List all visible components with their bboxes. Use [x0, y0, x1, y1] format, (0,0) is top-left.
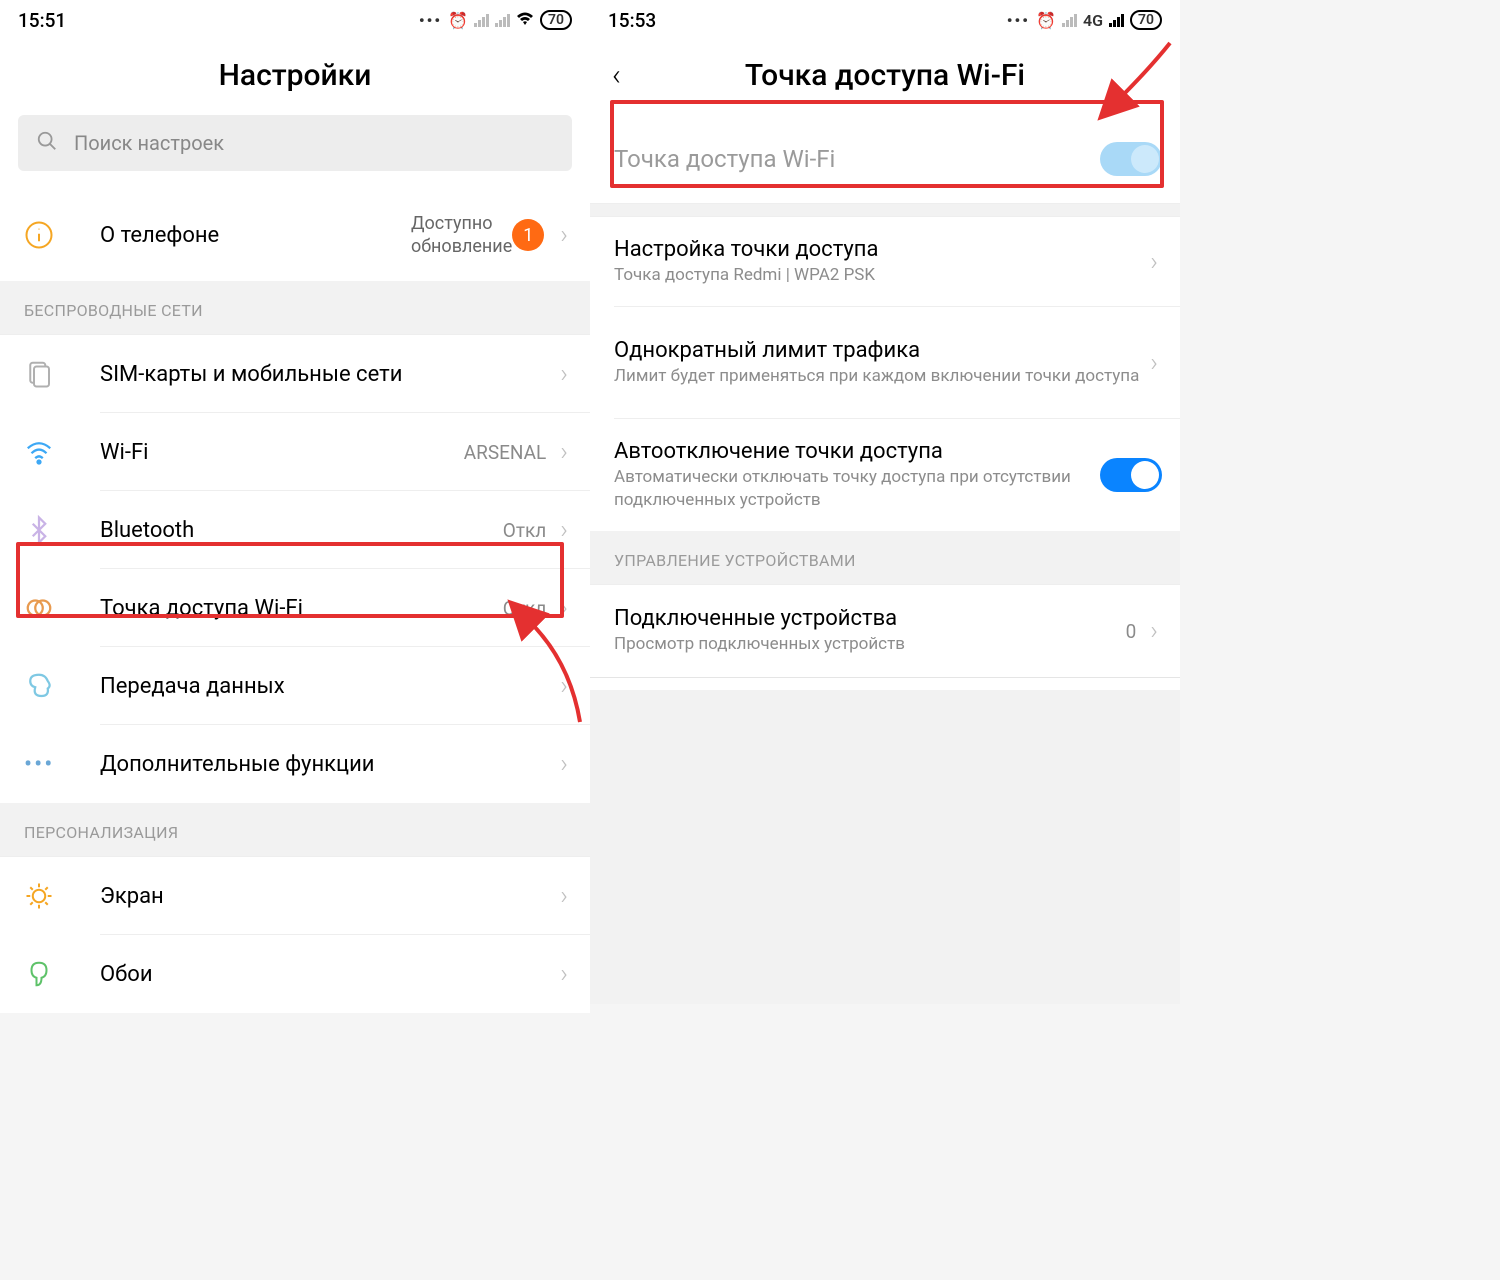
data-limit-row[interactable]: Однократный лимит трафика Лимит будет пр… — [590, 307, 1180, 419]
more-icon: ••• — [1007, 11, 1030, 30]
status-bar: 15:51 ••• ⏰ 70 — [0, 0, 590, 40]
bluetooth-title: Bluetooth — [100, 518, 503, 543]
data-title: Передача данных — [100, 674, 556, 699]
alarm-icon: ⏰ — [1036, 11, 1056, 30]
devices-count: 0 — [1126, 620, 1137, 643]
sim-title: SIM-карты и мобильные сети — [100, 362, 556, 387]
info-icon — [24, 220, 74, 250]
sim-row[interactable]: SIM-карты и мобильные сети › — [0, 335, 590, 413]
search-icon — [36, 130, 58, 157]
wifi-value: ARSENAL — [464, 441, 547, 464]
wifi-title: Wi-Fi — [100, 440, 464, 465]
more-icon: ••• — [24, 750, 74, 778]
section-personalization: ПЕРСОНАЛИЗАЦИЯ — [0, 803, 590, 857]
signal-icon — [1062, 13, 1077, 27]
settings-screen: 15:51 ••• ⏰ 70 Настройки Поиск настроек — [0, 0, 590, 1004]
chevron-right-icon: › — [1146, 247, 1162, 277]
devices-sub: Просмотр подключенных устройств — [614, 633, 1126, 656]
limit-title: Однократный лимит трафика — [614, 338, 1146, 363]
hotspot-value: Откл — [503, 597, 546, 620]
bluetooth-value: Откл — [503, 519, 546, 542]
wifi-row[interactable]: Wi-Fi ARSENAL › — [0, 413, 590, 491]
about-phone-row[interactable]: О телефоне Доступно обновление 1 › — [0, 189, 590, 281]
bluetooth-icon — [24, 515, 74, 545]
more-title: Дополнительные функции — [100, 752, 556, 777]
chevron-right-icon: › — [556, 959, 572, 989]
network-label: 4G — [1083, 11, 1103, 30]
update-badge: 1 — [512, 219, 544, 251]
wallpaper-title: Обои — [100, 962, 556, 987]
wifi-icon — [516, 11, 534, 30]
chevron-right-icon: › — [1146, 348, 1162, 378]
status-icons: ••• ⏰ 4G 70 — [1007, 10, 1162, 30]
battery-icon: 70 — [1130, 10, 1162, 30]
chevron-right-icon: › — [556, 593, 572, 623]
setup-title: Настройка точки доступа — [614, 237, 1146, 262]
hotspot-toggle-row[interactable]: Точка доступа Wi-Fi — [590, 115, 1180, 203]
setup-sub: Точка доступа Redmi | WPA2 PSK — [614, 264, 1146, 287]
hotspot-screen: 15:53 ••• ⏰ 4G 70 ‹ Точка доступа Wi-Fi … — [590, 0, 1180, 1004]
status-time: 15:51 — [18, 9, 66, 32]
page-title: Настройки — [0, 40, 590, 115]
toggle-label: Точка доступа Wi-Fi — [614, 145, 1100, 173]
hotspot-icon — [24, 593, 74, 623]
signal-icon — [1109, 13, 1124, 27]
data-usage-row[interactable]: Передача данных › — [0, 647, 590, 725]
autooff-title: Автоотключение точки доступа — [614, 439, 1090, 464]
autooff-sub: Автоматически отключать точку доступа пр… — [614, 466, 1090, 512]
bluetooth-row[interactable]: Bluetooth Откл › — [0, 491, 590, 569]
status-bar: 15:53 ••• ⏰ 4G 70 — [590, 0, 1180, 40]
chevron-right-icon: › — [556, 881, 572, 911]
hotspot-setup-row[interactable]: Настройка точки доступа Точка доступа Re… — [590, 217, 1180, 307]
chevron-right-icon: › — [556, 359, 572, 389]
hotspot-title: Точка доступа Wi-Fi — [100, 596, 503, 621]
about-title: О телефоне — [100, 223, 397, 248]
display-row[interactable]: Экран › — [0, 857, 590, 935]
chevron-right-icon: › — [556, 671, 572, 701]
devices-title: Подключенные устройства — [614, 606, 1126, 631]
signal-icon — [474, 13, 489, 27]
back-button[interactable]: ‹ — [612, 58, 621, 93]
page-title: ‹ Точка доступа Wi-Fi — [590, 40, 1180, 115]
chevron-right-icon: › — [556, 749, 572, 779]
wallpaper-row[interactable]: Обои › — [0, 935, 590, 1013]
chevron-right-icon: › — [1146, 616, 1162, 646]
connected-devices-row[interactable]: Подключенные устройства Просмотр подключ… — [590, 585, 1180, 677]
about-subtitle: Доступно обновление — [411, 212, 512, 259]
limit-sub: Лимит будет применяться при каждом включ… — [614, 365, 1146, 388]
status-time: 15:53 — [608, 9, 656, 32]
chevron-right-icon: › — [556, 437, 572, 467]
search-input[interactable]: Поиск настроек — [18, 115, 572, 171]
data-icon — [24, 671, 74, 701]
auto-off-toggle[interactable] — [1100, 458, 1162, 492]
search-placeholder: Поиск настроек — [74, 131, 224, 155]
display-title: Экран — [100, 884, 556, 909]
sim-icon — [24, 359, 74, 389]
auto-off-row[interactable]: Автоотключение точки доступа Автоматичес… — [590, 419, 1180, 531]
more-row[interactable]: ••• Дополнительные функции › — [0, 725, 590, 803]
chevron-right-icon: › — [556, 515, 572, 545]
section-wireless: БЕСПРОВОДНЫЕ СЕТИ — [0, 281, 590, 335]
alarm-icon: ⏰ — [448, 11, 468, 30]
chevron-right-icon: › — [556, 220, 572, 250]
wallpaper-icon — [24, 959, 74, 989]
signal-icon — [495, 13, 510, 27]
hotspot-row[interactable]: Точка доступа Wi-Fi Откл › — [0, 569, 590, 647]
display-icon — [24, 881, 74, 911]
more-icon: ••• — [419, 11, 442, 30]
section-devices: УПРАВЛЕНИЕ УСТРОЙСТВАМИ — [590, 531, 1180, 585]
battery-icon: 70 — [540, 10, 572, 30]
status-icons: ••• ⏰ 70 — [419, 10, 572, 30]
hotspot-toggle[interactable] — [1100, 142, 1162, 176]
wifi-icon — [24, 437, 74, 467]
